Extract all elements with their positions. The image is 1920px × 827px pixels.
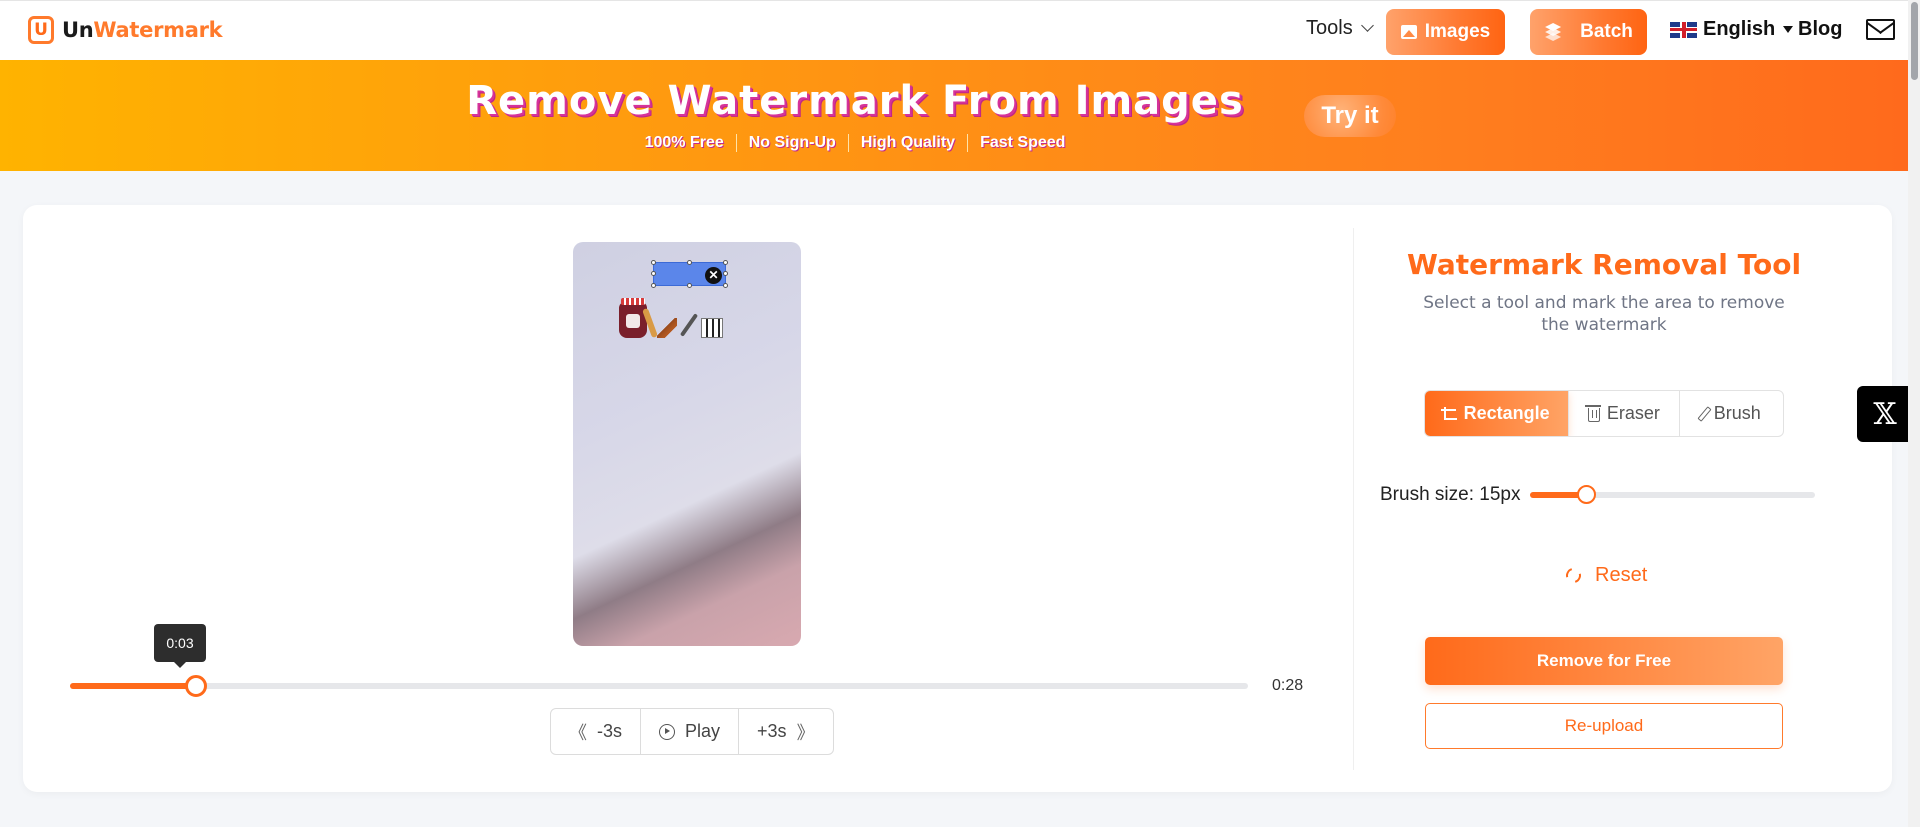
back-3s-button[interactable]: 《 -3s: [551, 709, 640, 754]
try-it-button[interactable]: Try it: [1304, 95, 1396, 137]
rectangle-tool-label: Rectangle: [1463, 403, 1550, 423]
uk-flag-icon: [1670, 21, 1697, 38]
selection-rectangle[interactable]: ✕: [651, 260, 728, 288]
feature-item: High Quality: [847, 134, 967, 152]
brush-size-slider[interactable]: [1530, 485, 1815, 504]
eraser-tool-label: Eraser: [1606, 403, 1660, 423]
logo[interactable]: U UnWatermark: [28, 16, 223, 44]
reset-button[interactable]: Reset: [1563, 564, 1648, 587]
banner-features: 100% Free No Sign-Up High Quality Fast S…: [0, 134, 1710, 152]
brush-size-thumb[interactable]: [1577, 485, 1596, 504]
timeline-slider[interactable]: [70, 675, 1248, 697]
resize-handle[interactable]: [687, 260, 692, 265]
brush-tool-label: Brush: [1713, 403, 1761, 423]
page-scrollbar[interactable]: [1908, 0, 1920, 827]
remove-for-free-button[interactable]: Remove for Free: [1425, 637, 1783, 685]
current-time-tooltip: 0:03: [154, 624, 206, 668]
language-label: English: [1703, 18, 1776, 40]
trash-icon: [1584, 405, 1601, 422]
double-chevron-left-icon: 《: [569, 722, 587, 743]
resize-handle[interactable]: [651, 271, 656, 276]
play-button[interactable]: Play: [640, 709, 738, 754]
back-3s-label: -3s: [597, 721, 623, 741]
reupload-button[interactable]: Re-upload: [1425, 703, 1783, 749]
batch-button[interactable]: Batch: [1530, 9, 1647, 55]
caret-down-icon: [1783, 26, 1794, 33]
tool-panel-subtitle: Select a tool and mark the area to remov…: [1423, 293, 1785, 335]
piano-icon: [701, 318, 723, 338]
images-button[interactable]: Images: [1386, 9, 1505, 55]
resize-handle[interactable]: [723, 271, 728, 276]
language-selector[interactable]: English: [1670, 18, 1794, 41]
brush-tool-button[interactable]: Brush: [1678, 391, 1783, 436]
batch-button-label: Batch: [1580, 21, 1633, 42]
forward-3s-button[interactable]: +3s 》: [738, 709, 833, 754]
play-label: Play: [685, 721, 721, 741]
mail-icon[interactable]: [1866, 19, 1895, 40]
scrollbar-thumb[interactable]: [1911, 2, 1918, 80]
logo-icon: U: [28, 16, 54, 44]
layers-icon: [1544, 23, 1562, 41]
duration-label: 0:28: [1272, 677, 1304, 694]
chevron-down-icon: [1360, 19, 1374, 32]
top-nav: U UnWatermark Tools Images Batch English…: [0, 0, 1920, 60]
timeline-thumb[interactable]: [185, 675, 208, 697]
resize-handle[interactable]: [651, 283, 656, 288]
crop-icon: [1440, 407, 1457, 420]
close-icon[interactable]: ✕: [705, 267, 722, 284]
feature-item: Fast Speed: [967, 134, 1077, 152]
rectangle-tool-button[interactable]: Rectangle: [1425, 391, 1569, 436]
x-share-icon[interactable]: 𝕏: [1857, 386, 1913, 442]
reset-label: Reset: [1595, 564, 1648, 586]
blog-link[interactable]: Blog: [1798, 18, 1842, 41]
refresh-icon: [1563, 565, 1584, 586]
promo-banner[interactable]: Remove Watermark From Images 100% Free N…: [0, 60, 1908, 171]
double-chevron-right-icon: 》: [796, 722, 815, 743]
tools-menu-label: Tools: [1306, 17, 1353, 39]
panel-divider: [1353, 228, 1354, 770]
logo-suffix: Watermark: [93, 18, 223, 42]
resize-handle[interactable]: [687, 283, 692, 288]
tool-panel-title: Watermark Removal Tool: [1406, 248, 1802, 281]
resize-handle[interactable]: [723, 260, 728, 265]
playback-controls: 《 -3s Play +3s 》: [550, 708, 834, 755]
video-emoji-row: [619, 298, 723, 339]
video-preview[interactable]: ✕: [573, 242, 801, 646]
images-button-label: Images: [1424, 21, 1491, 42]
pen-icon: [679, 313, 699, 337]
logo-prefix: Un: [62, 18, 94, 42]
forward-3s-label: +3s: [757, 721, 787, 741]
resize-handle[interactable]: [651, 260, 656, 265]
feature-item: 100% Free: [644, 134, 724, 151]
banner-title: Remove Watermark From Images: [466, 78, 1244, 124]
brush-size-label: Brush size: 15px: [1380, 484, 1521, 505]
tools-menu[interactable]: Tools: [1306, 17, 1374, 40]
eraser-tool-button[interactable]: Eraser: [1568, 391, 1678, 436]
feature-item: No Sign-Up: [735, 134, 848, 152]
jam-jar-icon: [619, 298, 647, 338]
image-icon: [1400, 25, 1417, 39]
resize-handle[interactable]: [723, 283, 728, 288]
timeline-progress: [70, 683, 197, 689]
play-icon: [659, 723, 676, 740]
tool-selector: Rectangle Eraser Brush: [1424, 390, 1784, 437]
pen-icon: [1697, 405, 1712, 422]
logo-text: UnWatermark: [62, 18, 223, 42]
violin-icon: [657, 318, 677, 338]
